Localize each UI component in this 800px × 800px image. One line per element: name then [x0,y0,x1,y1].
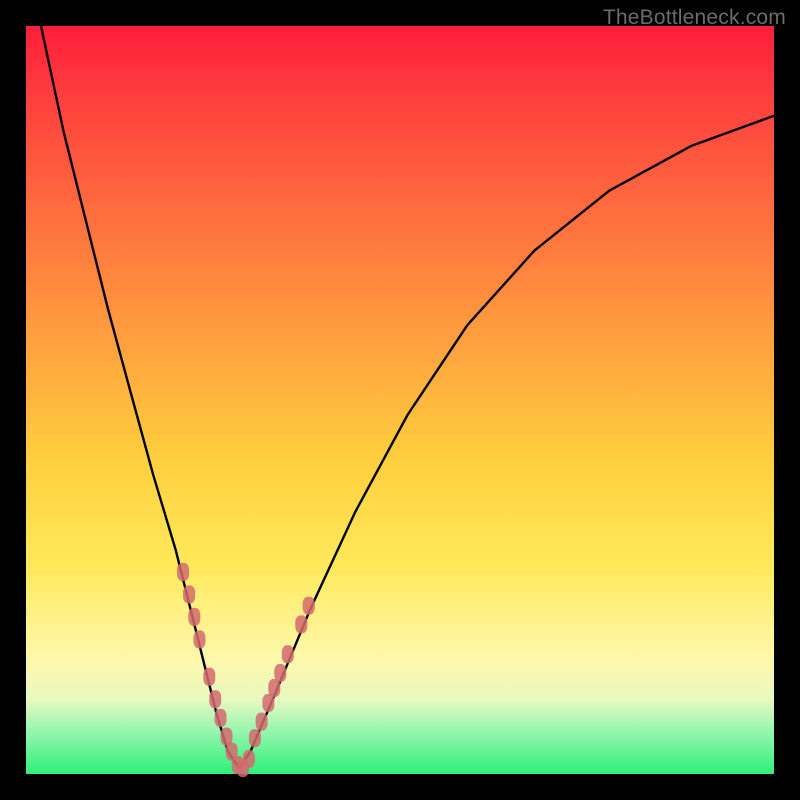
curve-marker [215,709,227,727]
bottleneck-curve [41,26,774,768]
curve-marker [256,713,268,731]
curve-marker [209,690,221,708]
curve-marker [249,729,261,747]
curve-marker [194,630,206,648]
curve-marker [183,586,195,604]
curve-marker [243,750,255,768]
curve-marker [282,645,294,663]
curve-marker [177,563,189,581]
curve-marker [303,597,315,615]
plot-area [26,26,774,774]
curve-marker [188,608,200,626]
curve-marker [295,615,307,633]
curve-marker [203,668,215,686]
bottleneck-svg [26,26,774,774]
curve-marker [274,664,286,682]
chart-frame: TheBottleneck.com [0,0,800,800]
marker-layer [177,563,315,777]
